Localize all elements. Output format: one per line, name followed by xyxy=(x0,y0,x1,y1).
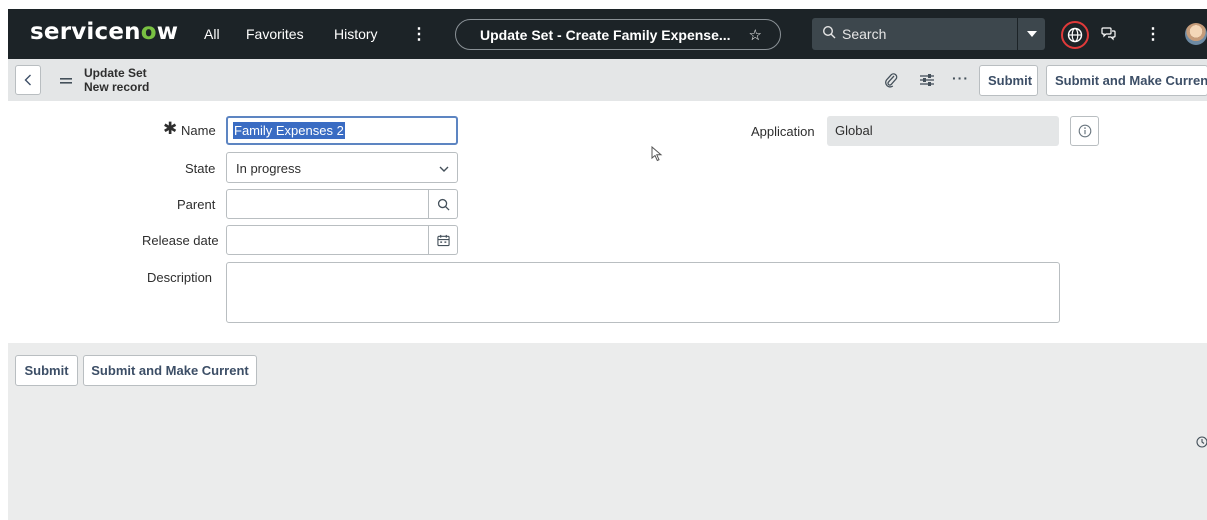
search-scope-dropdown[interactable] xyxy=(1017,18,1045,50)
more-options-icon[interactable]: ⋮ xyxy=(1145,24,1161,44)
sliders-icon[interactable] xyxy=(919,72,935,93)
name-value: Family Expenses 2 xyxy=(233,122,345,139)
hamburger-menu-icon[interactable] xyxy=(60,74,72,92)
form-footer: Submit Submit and Make Current xyxy=(8,343,1207,520)
top-navigation-bar: servicenow All Favorites History ⋮ Updat… xyxy=(8,9,1207,59)
application-label: Application xyxy=(751,124,815,139)
state-value: In progress xyxy=(236,161,302,176)
form-body: ✱ Name Family Expenses 2 State In progre… xyxy=(8,101,1207,343)
submit-and-make-current-button-bottom[interactable]: Submit and Make Current xyxy=(83,355,257,386)
form-title: Update Set xyxy=(84,66,147,80)
chevron-down-icon xyxy=(439,161,449,176)
name-input[interactable]: Family Expenses 2 xyxy=(226,116,458,145)
state-select[interactable]: In progress xyxy=(226,152,458,183)
submit-button[interactable]: Submit xyxy=(979,65,1038,96)
state-label: State xyxy=(185,161,216,176)
application-info-button[interactable] xyxy=(1070,116,1099,146)
chat-icon[interactable] xyxy=(1101,25,1117,46)
context-title: Update Set - Create Family Expense... xyxy=(480,26,731,43)
chevron-left-icon xyxy=(24,74,31,86)
logo-text: servicen xyxy=(30,19,141,45)
nav-all[interactable]: All xyxy=(204,26,220,42)
mouse-cursor-icon xyxy=(651,145,663,167)
paperclip-icon[interactable] xyxy=(884,72,898,93)
description-label: Description xyxy=(147,270,213,285)
context-title-pill[interactable]: Update Set - Create Family Expense... ☆ xyxy=(455,19,781,50)
logo-o: o xyxy=(140,19,157,45)
parent-lookup-button[interactable] xyxy=(429,189,458,219)
page: servicenow All Favorites History ⋮ Updat… xyxy=(0,0,1207,520)
parent-label: Parent xyxy=(177,197,216,212)
required-field-icon: ✱ xyxy=(163,119,178,138)
favorite-star-icon[interactable]: ☆ xyxy=(749,26,762,44)
ellipsis-icon[interactable]: ··· xyxy=(952,70,969,86)
global-search-input[interactable]: Search xyxy=(812,18,1017,50)
back-button[interactable] xyxy=(15,65,41,95)
submit-and-make-current-button[interactable]: Submit and Make Current xyxy=(1046,65,1207,96)
application-readonly-field: Global xyxy=(827,116,1059,146)
avatar[interactable] xyxy=(1185,23,1207,45)
calendar-button[interactable] xyxy=(429,225,458,255)
globe-button[interactable] xyxy=(1061,21,1089,49)
application-value: Global xyxy=(835,123,873,138)
release-date-input[interactable] xyxy=(226,225,429,255)
parent-input[interactable] xyxy=(226,189,429,219)
nav-favorites[interactable]: Favorites xyxy=(246,26,304,42)
search-icon xyxy=(437,198,450,211)
form-header-bar: Update Set New record ··· Submit Submit … xyxy=(8,59,1207,101)
servicenow-logo[interactable]: servicenow xyxy=(30,19,178,45)
nav-history[interactable]: History xyxy=(334,26,378,42)
form-subtitle: New record xyxy=(84,80,150,94)
release-date-label: Release date xyxy=(142,233,219,248)
name-label: Name xyxy=(181,123,216,138)
clock-icon[interactable] xyxy=(1196,435,1207,453)
info-icon xyxy=(1078,124,1091,138)
nav-more-menu[interactable]: ⋮ xyxy=(411,24,427,44)
globe-icon xyxy=(1067,27,1083,43)
search-icon xyxy=(822,25,836,42)
caret-down-icon xyxy=(1026,31,1037,37)
logo-text-end: w xyxy=(156,19,179,45)
calendar-icon xyxy=(436,234,450,246)
search-placeholder: Search xyxy=(842,26,887,42)
submit-button-bottom[interactable]: Submit xyxy=(15,355,78,386)
description-textarea[interactable] xyxy=(226,262,1060,323)
